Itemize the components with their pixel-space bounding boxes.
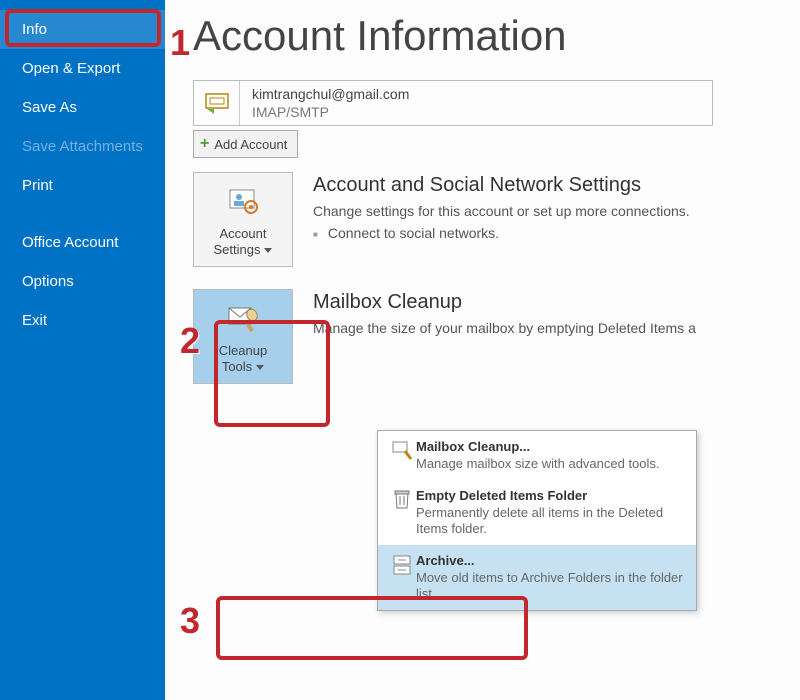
cleanup-tools-button[interactable]: Cleanup Tools: [193, 289, 293, 384]
cleanup-heading: Mailbox Cleanup: [313, 291, 696, 314]
archive-icon: [388, 553, 416, 602]
section-cleanup-text: Mailbox Cleanup Manage the size of your …: [313, 289, 696, 384]
sidebar-item-options[interactable]: Options: [0, 262, 165, 301]
chevron-down-icon: [256, 365, 264, 370]
app-root: Info Open & Export Save As Save Attachme…: [0, 0, 800, 700]
section-settings-text: Account and Social Network Settings Chan…: [313, 172, 690, 267]
sidebar-item-info[interactable]: Info: [0, 10, 165, 49]
account-settings-icon: [226, 182, 260, 222]
account-settings-label: Account Settings: [214, 226, 273, 258]
cleanup-desc: Manage the size of your mailbox by empty…: [313, 320, 696, 336]
sidebar-item-save-as[interactable]: Save As: [0, 88, 165, 127]
settings-desc: Change settings for this account or set …: [313, 203, 690, 219]
account-selector[interactable]: kimtrangchul@gmail.com IMAP/SMTP: [193, 80, 713, 126]
menu-item-desc: Move old items to Archive Folders in the…: [416, 570, 686, 602]
section-mailbox-cleanup: Cleanup Tools Mailbox Cleanup Manage the…: [193, 289, 800, 384]
cleanup-tools-icon: [225, 299, 261, 339]
sidebar-item-print[interactable]: Print: [0, 166, 165, 205]
account-icon: [194, 81, 240, 125]
settings-heading: Account and Social Network Settings: [313, 174, 690, 197]
menu-item-title: Mailbox Cleanup...: [416, 439, 686, 454]
backstage-sidebar: Info Open & Export Save As Save Attachme…: [0, 0, 165, 700]
settings-bullet[interactable]: Connect to social networks.: [313, 225, 690, 241]
menu-item-archive[interactable]: Archive... Move old items to Archive Fol…: [378, 545, 696, 610]
menu-item-title: Empty Deleted Items Folder: [416, 488, 686, 503]
main-panel: Account Information kimtrangchul@gmail.c…: [165, 0, 800, 700]
sidebar-item-exit[interactable]: Exit: [0, 301, 165, 340]
menu-item-mailbox-cleanup[interactable]: Mailbox Cleanup... Manage mailbox size w…: [378, 431, 696, 480]
trash-icon: [388, 488, 416, 537]
cleanup-tools-label: Cleanup Tools: [219, 343, 267, 375]
add-account-label: Add Account: [214, 137, 287, 152]
section-account-settings: Account Settings Account and Social Netw…: [193, 172, 800, 267]
mailbox-icon: [204, 90, 230, 116]
account-protocol: IMAP/SMTP: [252, 103, 409, 121]
plus-icon: +: [200, 135, 209, 153]
account-email: kimtrangchul@gmail.com: [252, 85, 409, 103]
chevron-down-icon: [264, 248, 272, 253]
menu-item-title: Archive...: [416, 553, 686, 568]
page-title: Account Information: [193, 12, 800, 60]
account-settings-button[interactable]: Account Settings: [193, 172, 293, 267]
sidebar-item-save-attachments: Save Attachments: [0, 127, 165, 166]
menu-item-empty-deleted[interactable]: Empty Deleted Items Folder Permanently d…: [378, 480, 696, 545]
account-text: kimtrangchul@gmail.com IMAP/SMTP: [240, 81, 421, 125]
broom-icon: [388, 439, 416, 472]
sidebar-item-office-account[interactable]: Office Account: [0, 223, 165, 262]
add-account-button[interactable]: + Add Account: [193, 130, 298, 158]
cleanup-dropdown-menu: Mailbox Cleanup... Manage mailbox size w…: [377, 430, 697, 611]
sidebar-item-open-export[interactable]: Open & Export: [0, 49, 165, 88]
menu-item-desc: Permanently delete all items in the Dele…: [416, 505, 686, 537]
menu-item-desc: Manage mailbox size with advanced tools.: [416, 456, 686, 472]
